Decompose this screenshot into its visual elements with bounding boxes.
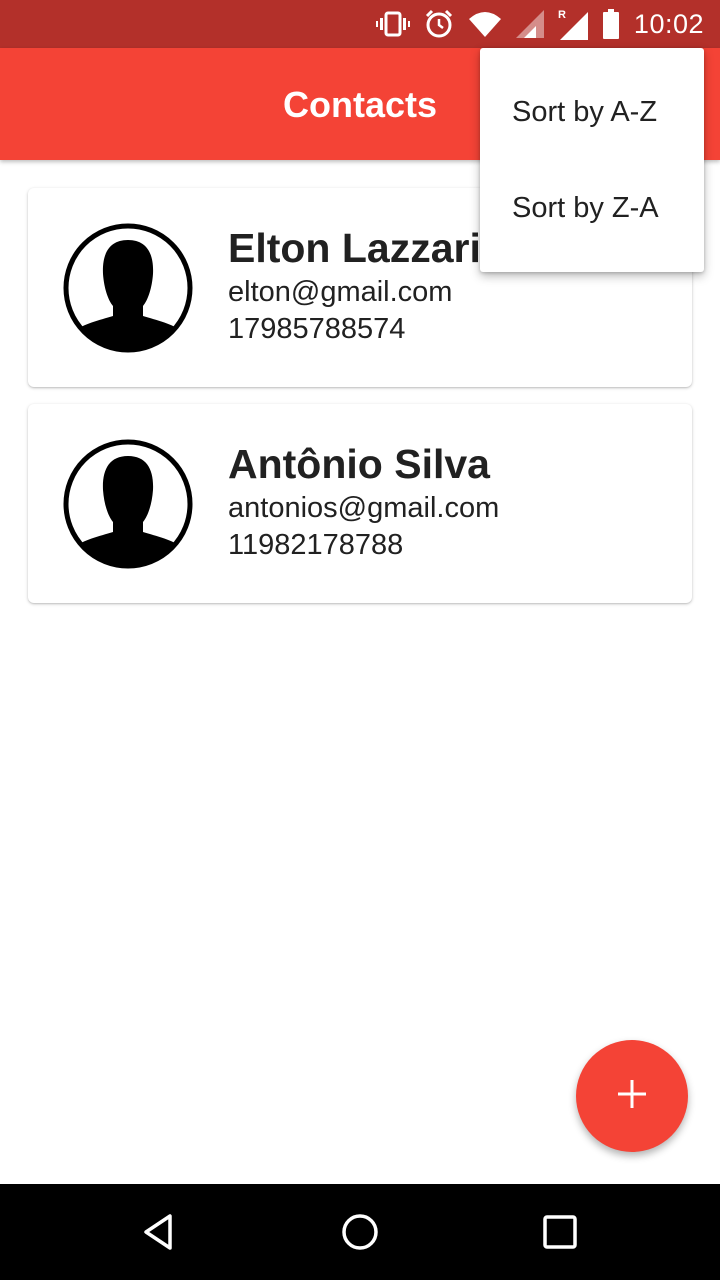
- status-icons: R 10:02: [375, 0, 720, 48]
- roaming-signal-icon: R: [558, 8, 588, 40]
- svg-text:R: R: [558, 9, 566, 21]
- add-contact-button[interactable]: [576, 1040, 688, 1152]
- contact-name: Antônio Silva: [228, 441, 490, 487]
- overflow-menu: Sort by A-Z Sort by Z-A: [480, 48, 704, 272]
- signal-icon: [515, 10, 544, 38]
- contact-name: Elton Lazzari: [228, 225, 481, 271]
- contact-card[interactable]: Antônio Silva antonios@gmail.com 1198217…: [28, 404, 692, 603]
- plus-icon: [616, 1078, 648, 1115]
- contact-phone: 11982178788: [228, 529, 404, 561]
- vibrate-icon: [375, 11, 410, 37]
- navigation-bar: [0, 1184, 720, 1280]
- menu-item-sort-a-z[interactable]: Sort by A-Z: [480, 64, 704, 160]
- person-silhouette-icon: [62, 222, 194, 354]
- status-time: 10:02: [633, 8, 704, 39]
- wifi-icon: [468, 11, 502, 37]
- status-bar: R 10:02: [0, 0, 720, 48]
- recents-icon[interactable]: [536, 1208, 584, 1256]
- contact-info: Elton Lazzari elton@gmail.com 1798578857…: [228, 222, 481, 348]
- alarm-icon: [424, 9, 454, 39]
- contact-phone: 17985788574: [228, 313, 406, 345]
- back-icon[interactable]: [136, 1208, 184, 1256]
- contact-email: antonios@gmail.com: [228, 492, 500, 524]
- home-icon[interactable]: [336, 1208, 384, 1256]
- menu-item-sort-z-a[interactable]: Sort by Z-A: [480, 160, 704, 256]
- person-silhouette-icon: [62, 438, 194, 570]
- contact-email: elton@gmail.com: [228, 276, 453, 308]
- contact-info: Antônio Silva antonios@gmail.com 1198217…: [228, 438, 499, 564]
- battery-icon: [602, 9, 620, 39]
